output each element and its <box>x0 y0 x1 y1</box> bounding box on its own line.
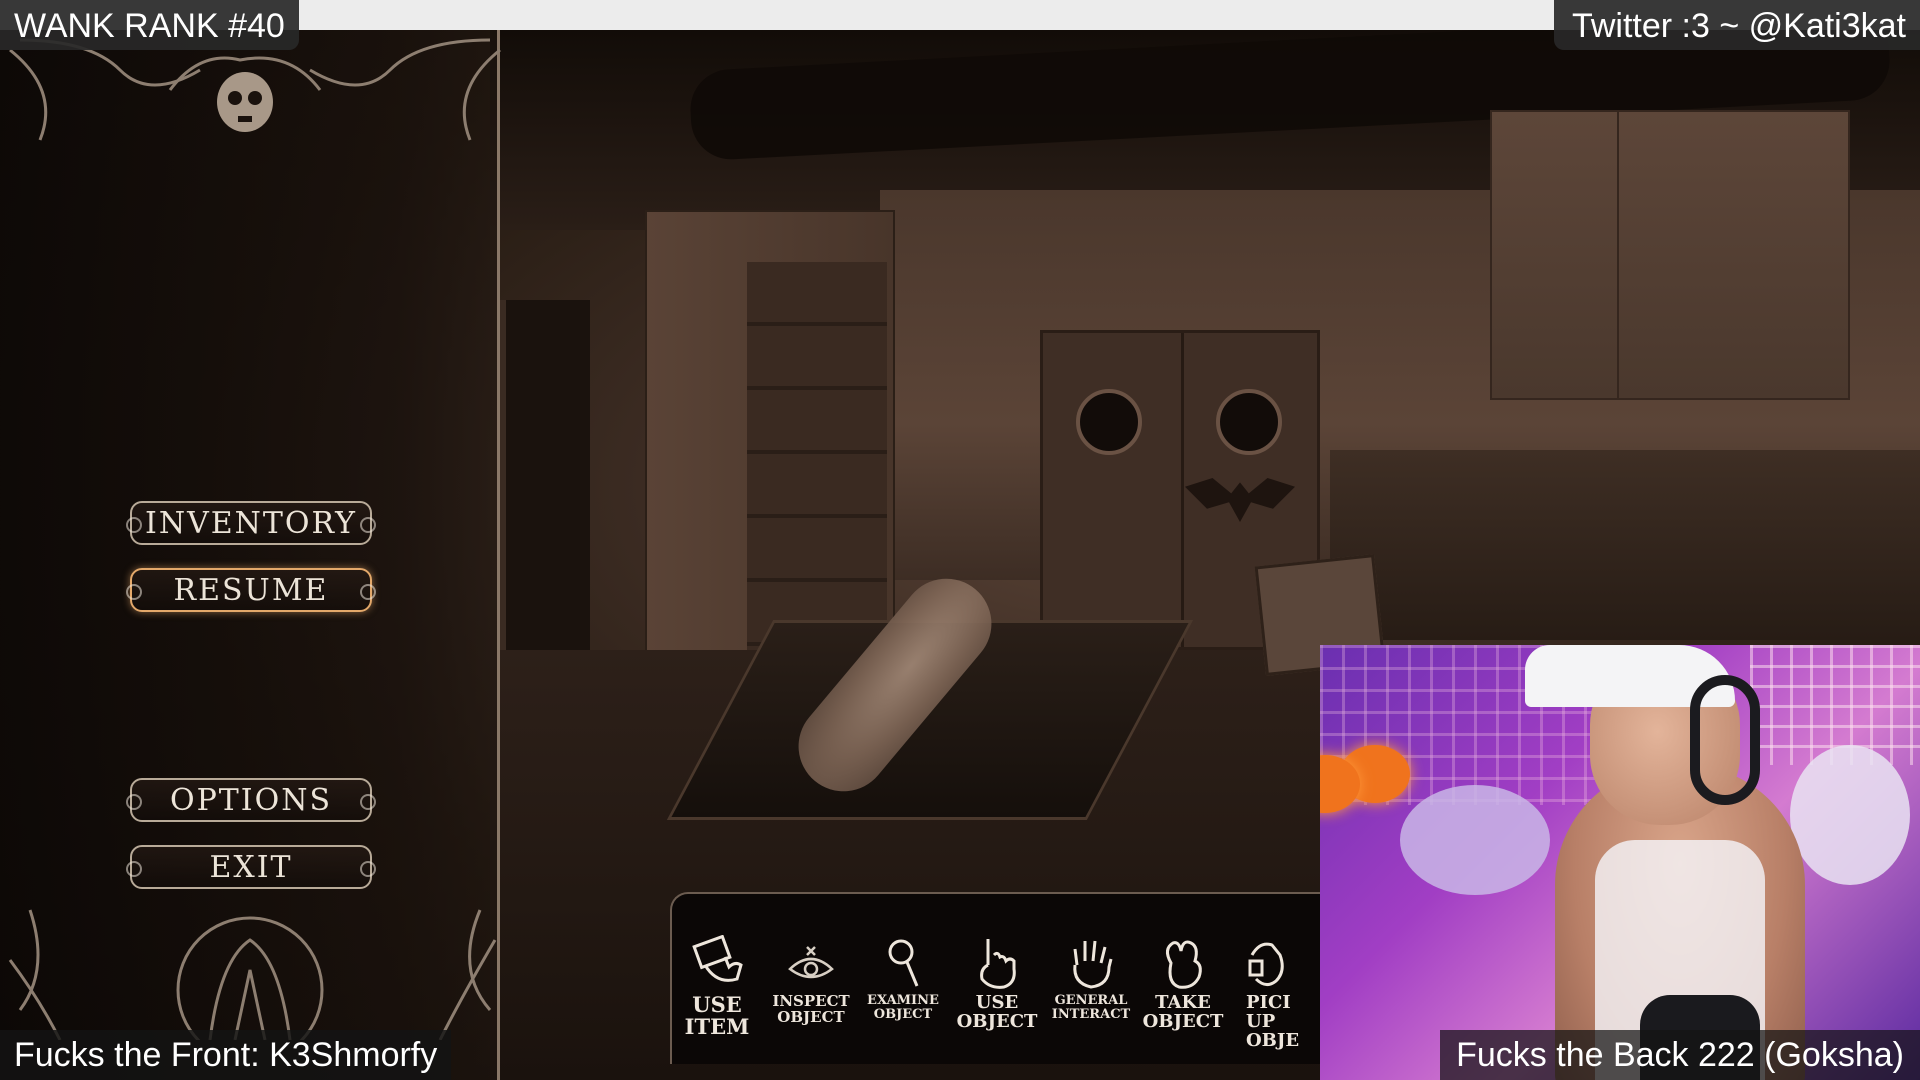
options-button[interactable]: OPTIONS <box>126 778 376 822</box>
inventory-button[interactable]: INVENTORY <box>126 501 376 545</box>
grab-hand-icon <box>1138 934 1228 992</box>
action-line2: INTERACT <box>1051 1006 1131 1022</box>
plush-toy <box>1790 745 1910 885</box>
action-inspect-object: INSPECT OBJECT <box>766 934 856 1026</box>
webcam-feed <box>1320 645 1920 1080</box>
bottom-right-caption: Fucks the Back 222 (Goksha) <box>1440 1030 1920 1080</box>
action-examine-object: EXAMINE OBJECT <box>858 934 948 1021</box>
wall-cabinet <box>1490 110 1850 400</box>
kitchen-counter <box>1330 450 1920 640</box>
headset <box>1690 675 1760 805</box>
plush-toy <box>1400 785 1550 895</box>
magnifier-icon <box>858 934 948 992</box>
action-pick-up-object: PICI UP OBJE <box>1246 934 1326 1051</box>
action-use-item: USE ITEM <box>672 934 762 1038</box>
action-line2: ITEM <box>684 1014 750 1040</box>
door-window-right <box>1216 389 1282 455</box>
action-line1: EXAMINE <box>867 993 939 1008</box>
pickup-hand-icon <box>1246 934 1326 992</box>
resume-button[interactable]: RESUME <box>126 568 376 612</box>
hand-card-icon <box>672 934 762 992</box>
action-take-object: TAKE OBJECT <box>1138 934 1228 1032</box>
action-line1: USE <box>692 992 742 1017</box>
stream-title: WANK RANK #40 <box>0 0 299 50</box>
action-hint-bar: USE ITEM INSPECT OBJECT EXAMINE OBJECT U… <box>670 892 1320 1064</box>
eye-icon <box>766 934 856 992</box>
door-window-left <box>1076 389 1142 455</box>
action-general-interact: GENERAL INTERACT <box>1046 934 1136 1021</box>
action-use-object: USE OBJECT <box>952 934 1042 1032</box>
action-line2: OBJECT <box>873 1006 933 1022</box>
twitter-handle: Twitter :3 ~ @Kati3kat <box>1553 0 1920 50</box>
action-line2: OBJECT <box>1142 1010 1224 1032</box>
open-hand-icon <box>1046 934 1136 992</box>
action-line2: UP <box>1246 1010 1276 1032</box>
pointing-hand-icon <box>952 934 1042 992</box>
action-line1: GENERAL <box>1054 993 1128 1008</box>
action-line3: OBJE <box>1246 1029 1300 1051</box>
action-line2: OBJECT <box>956 1010 1038 1032</box>
exit-button[interactable]: EXIT <box>126 845 376 889</box>
bottom-left-caption: Fucks the Front: K3Shmorfy <box>0 1030 452 1080</box>
action-line2: OBJECT <box>777 1007 845 1026</box>
emblem-ornament-bottom <box>8 909 497 1040</box>
